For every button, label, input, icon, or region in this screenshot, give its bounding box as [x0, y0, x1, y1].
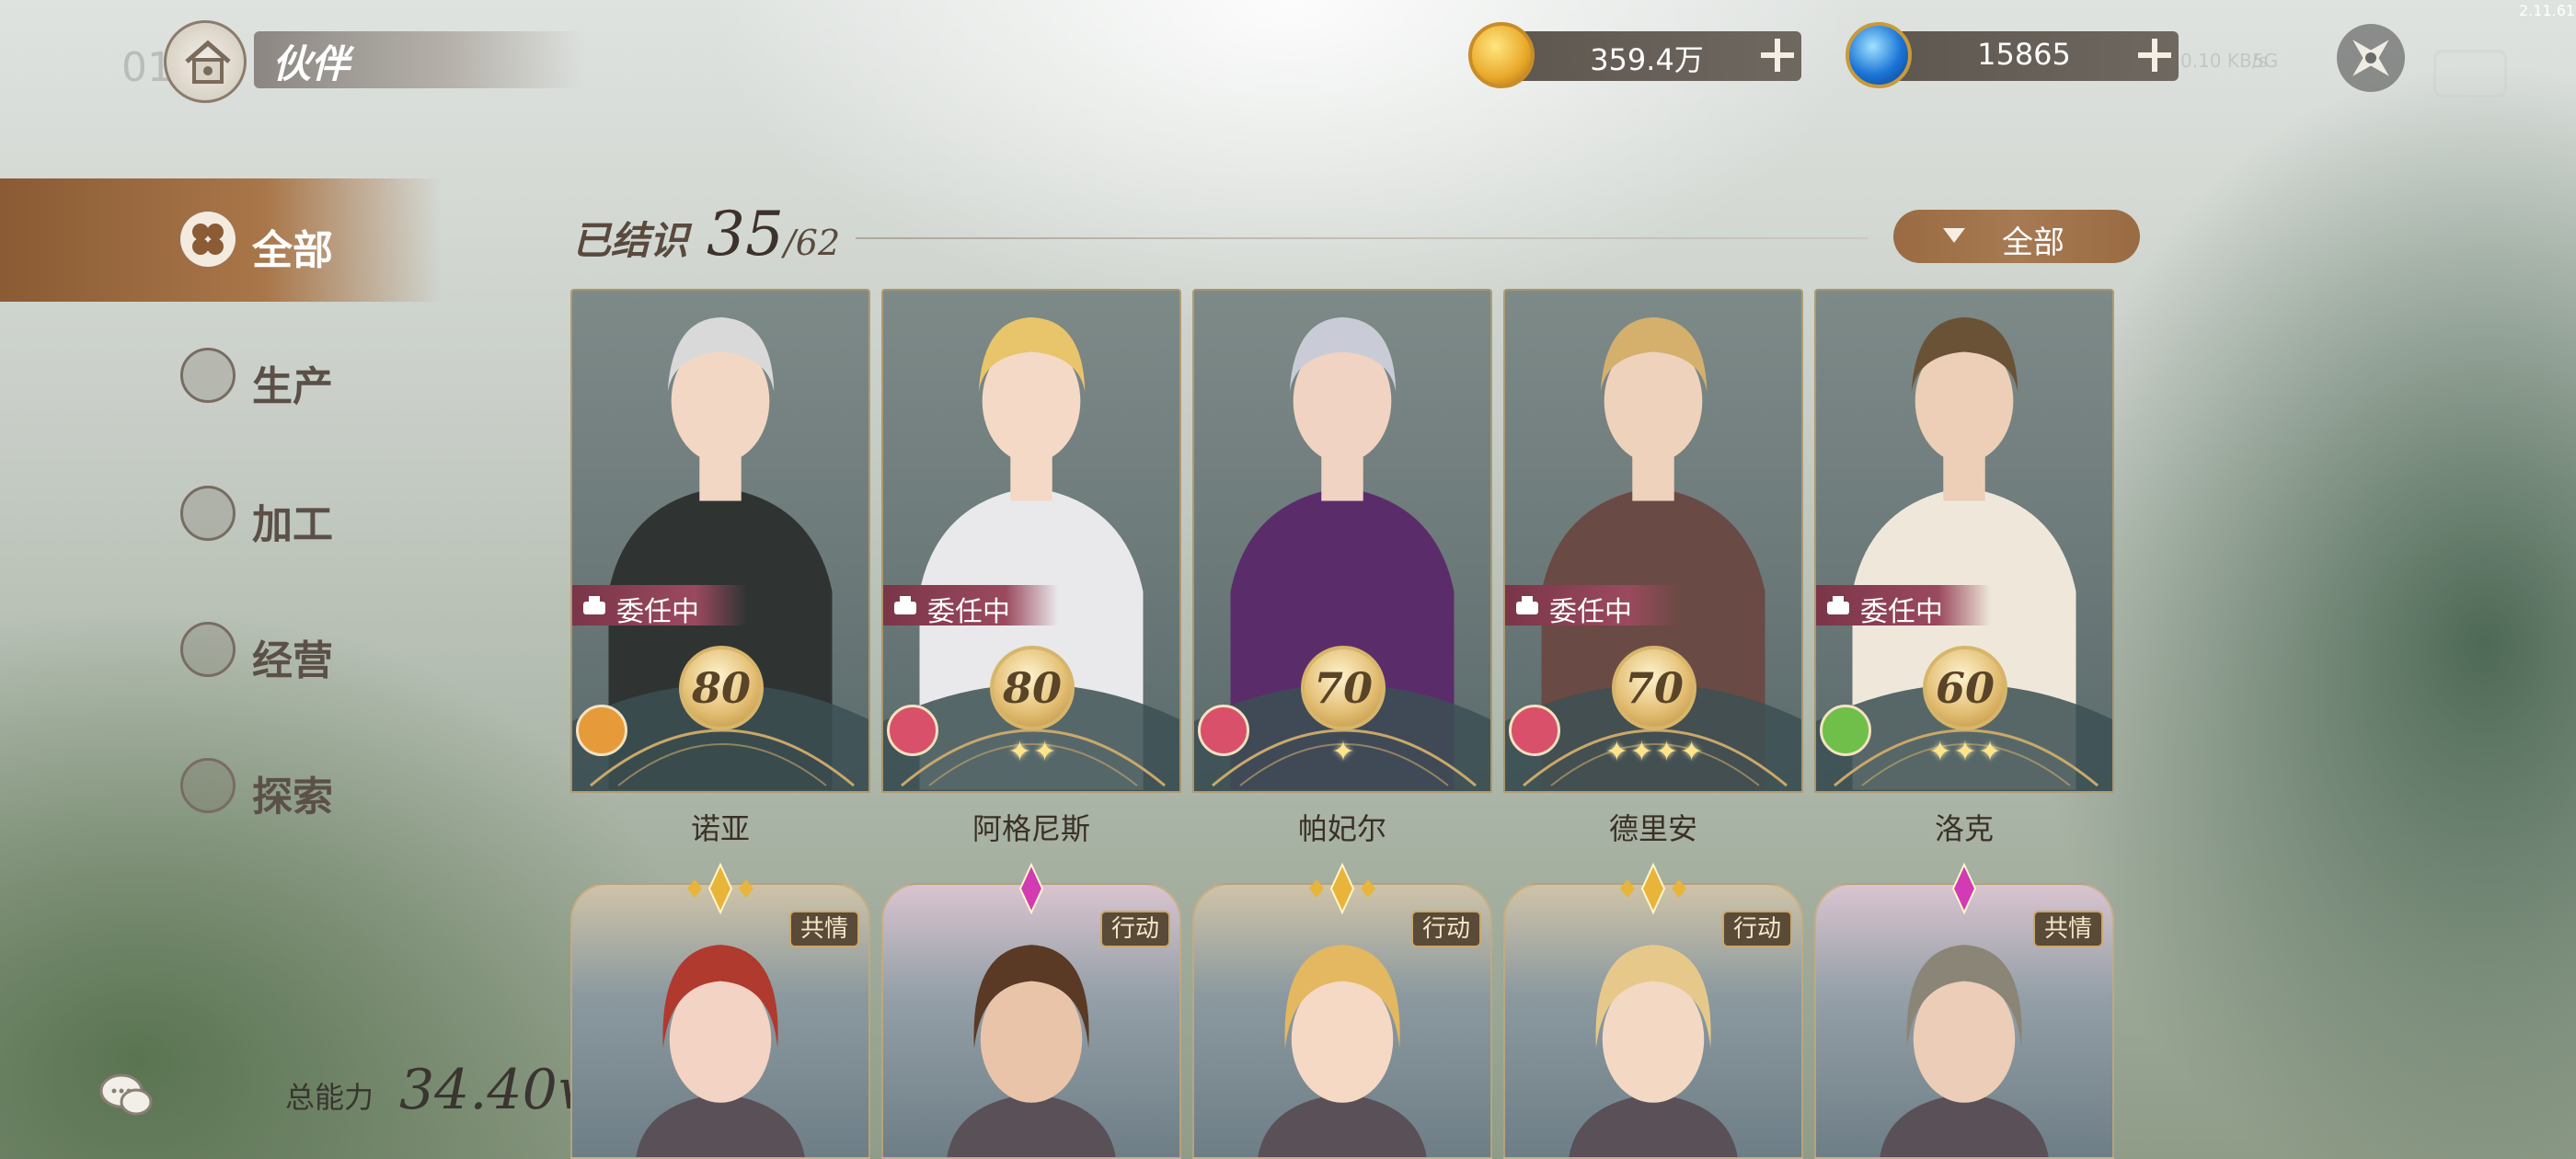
sidebar-item-label: 加工 — [252, 501, 333, 548]
level-badge: 70 — [1301, 646, 1386, 730]
dropdown-arrow-icon — [1943, 228, 1965, 243]
job-type-icon — [576, 705, 627, 756]
close-icon — [2352, 40, 2389, 76]
sidebar-item-explore[interactable]: 探索 — [180, 758, 456, 820]
sidebar-item-label: 全部 — [252, 227, 333, 274]
partner-card[interactable]: 60 ✦✦✦ 委任中 — [1814, 289, 2114, 793]
sidebar-item-processing[interactable]: 加工 — [180, 486, 456, 548]
partner-card[interactable]: 行动 — [1192, 883, 1492, 1159]
assigned-tag: 委任中 — [1505, 585, 1680, 628]
level-badge: 60 — [1923, 646, 2007, 730]
total-power-label: 总能力 — [285, 1080, 374, 1115]
star-rating: ✦✦✦✦ — [1604, 736, 1706, 768]
rarity-gem-icon — [1607, 861, 1699, 916]
header-divider — [856, 237, 1868, 239]
rarity-gem-icon — [985, 861, 1077, 916]
gem-value: 15865 — [1977, 37, 2071, 72]
sidebar-item-production[interactable]: 生产 — [180, 348, 456, 410]
trait-tag: 行动 — [1721, 911, 1792, 947]
trait-tag: 共情 — [2032, 911, 2103, 947]
page-title: 伙伴 — [272, 41, 351, 86]
known-label: 已结识 — [572, 218, 689, 263]
level-badge: 70 — [1612, 646, 1696, 730]
level-badge: 80 — [679, 646, 764, 730]
clover-icon — [180, 212, 236, 267]
sidebar-item-all[interactable]: 全部 — [180, 212, 456, 274]
partner-name: 德里安 — [1608, 811, 1697, 846]
add-gold-button[interactable] — [1755, 33, 1800, 77]
rarity-gem-icon — [1296, 861, 1388, 916]
filter-dropdown[interactable]: 全部 — [1893, 210, 2140, 263]
star-rating: ✦✦✦ — [1928, 736, 2004, 768]
trait-tag: 共情 — [788, 911, 859, 947]
compass-icon — [180, 758, 236, 813]
home-button[interactable] — [164, 20, 247, 103]
partner-card[interactable]: 行动 — [1503, 883, 1803, 1159]
rarity-gem-icon — [1918, 861, 2010, 916]
assigned-tag: 委任中 — [1816, 585, 1991, 628]
partner-card[interactable]: 70 ✦✦✦✦ 委任中 — [1503, 289, 1803, 793]
partner-card[interactable]: 共情 — [570, 883, 870, 1159]
star-rating: ✦✦ — [1007, 736, 1059, 768]
version-label: 2.11.61 — [2519, 2, 2576, 19]
level-value: 70 — [1313, 663, 1373, 713]
level-value: 80 — [1002, 663, 1062, 713]
pot-icon — [180, 486, 236, 541]
gold-value: 359.4万 — [1590, 42, 1704, 77]
task-icon — [891, 591, 920, 620]
trait-tag: 行动 — [1099, 911, 1170, 947]
home-icon — [185, 40, 231, 84]
trait-tag: 行动 — [1410, 911, 1481, 947]
assigned-label: 委任中 — [1549, 596, 1632, 628]
assigned-tag: 委任中 — [572, 585, 747, 628]
gem-icon — [1846, 22, 1912, 88]
task-icon — [1823, 591, 1853, 620]
sidebar-item-label: 经营 — [252, 637, 333, 684]
wheat-icon — [180, 348, 236, 403]
partner-card[interactable]: 行动 — [881, 883, 1181, 1159]
partner-name: 阿格尼斯 — [972, 811, 1090, 846]
partner-name: 诺亚 — [690, 811, 750, 846]
sidebar-item-business[interactable]: 经营 — [180, 622, 456, 684]
task-icon — [580, 591, 609, 620]
partner-card[interactable]: 80 ✦✦ 委任中 — [881, 289, 1181, 793]
assigned-label: 委任中 — [616, 596, 699, 628]
level-badge: 80 — [990, 646, 1075, 730]
known-total: /62 — [784, 223, 841, 263]
add-gem-button[interactable] — [2133, 33, 2177, 77]
level-value: 80 — [691, 663, 751, 713]
assigned-label: 委任中 — [927, 596, 1010, 628]
task-icon — [1512, 591, 1542, 620]
partner-card[interactable]: 80 委任中 — [570, 289, 870, 793]
known-count: 35 — [707, 199, 784, 270]
sidebar-item-label: 生产 — [252, 363, 333, 410]
assigned-tag: 委任中 — [883, 585, 1058, 628]
battery-icon — [2433, 50, 2507, 98]
business-icon — [180, 622, 236, 677]
close-button[interactable] — [2337, 24, 2405, 92]
level-value: 70 — [1624, 663, 1684, 713]
partner-name: 洛克 — [1934, 811, 1994, 846]
network-type: 5G — [2252, 50, 2279, 72]
partner-name: 帕妃尔 — [1297, 811, 1386, 846]
filter-label: 全部 — [2002, 224, 2064, 261]
partner-card[interactable]: 共情 — [1814, 883, 2114, 1159]
partner-card[interactable]: 70 ✦ — [1192, 289, 1492, 793]
star-rating: ✦ — [1331, 736, 1357, 768]
sidebar-item-label: 探索 — [252, 774, 333, 820]
assigned-label: 委任中 — [1860, 596, 1943, 628]
level-value: 60 — [1935, 663, 1995, 713]
chat-icon[interactable] — [99, 1071, 155, 1122]
rarity-gem-icon — [674, 861, 766, 916]
gold-coin-icon — [1468, 22, 1535, 88]
